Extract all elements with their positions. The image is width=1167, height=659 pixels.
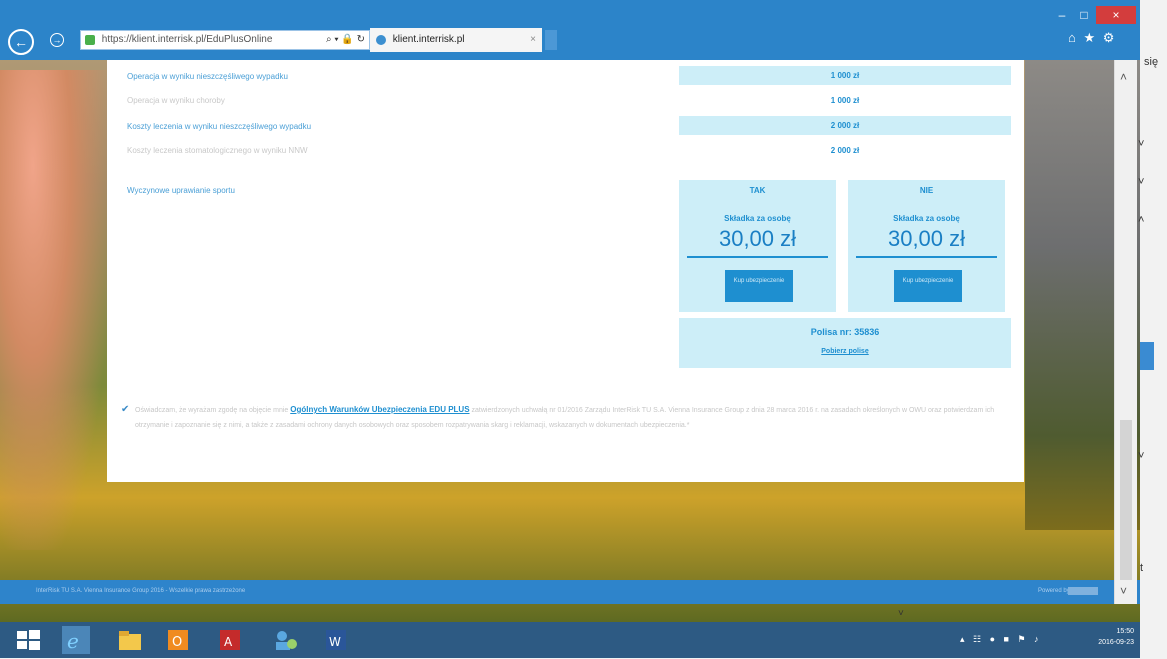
coverage-value: 2 000 zł	[830, 146, 860, 155]
package-subtitle: Składka za osobę	[724, 214, 791, 223]
consent-text: Oświadczam, że wyrażam zgodę na objęcie …	[135, 407, 289, 414]
background-text-t: t	[1140, 562, 1144, 574]
browser-titlebar: ← → https://klient.interrisk.pl/EduPlusO…	[0, 0, 1140, 60]
tab-close-icon[interactable]: ×	[530, 28, 536, 52]
back-button[interactable]: ←	[8, 29, 34, 55]
system-tray-icons[interactable]: ▴ ☷ ● ■ ⚑ ♪	[960, 634, 1042, 645]
package-name: NIE	[919, 186, 934, 195]
divider	[856, 256, 997, 258]
package-card-tak: TAK Składka za osobę 30,00 zł Kup ubezpi…	[679, 180, 836, 312]
minimize-button[interactable]: –	[1052, 6, 1072, 24]
browser-tab[interactable]: klient.interrisk.pl ×	[370, 28, 542, 52]
footer-powered-by: Powered by	[1038, 588, 1070, 594]
outlook-icon[interactable]: O	[164, 626, 192, 654]
package-price: 30,00 zł	[887, 226, 966, 251]
buy-insurance-button[interactable]: Kup ubezpieczenie	[725, 270, 793, 302]
clock[interactable]: 15:50 2016-09-23	[1094, 626, 1134, 648]
background-blue-block	[1140, 342, 1154, 370]
footer-copyright: InterRisk TU S.A. Vienna Insurance Group…	[36, 588, 246, 594]
address-url: https://klient.interrisk.pl/EduPlusOnlin…	[101, 34, 273, 45]
background-window-text: się	[1144, 56, 1159, 68]
powered-by-logo	[1068, 587, 1098, 595]
coverage-value: 1 000 zł	[679, 66, 1011, 85]
tab-favicon-icon	[376, 35, 386, 45]
background-chevron: ˅	[1138, 176, 1145, 188]
background-chevron: ˅	[1138, 138, 1145, 150]
background-chevron: ˄	[1138, 214, 1145, 226]
coverage-value: 2 000 zł	[679, 116, 1011, 135]
sport-label: Wyczynowe uprawianie sportu	[127, 186, 235, 195]
maximize-button[interactable]: □	[1074, 6, 1094, 24]
background-blur-left	[0, 70, 110, 550]
file-explorer-icon[interactable]	[116, 626, 144, 654]
package-subtitle: Składka za osobę	[893, 214, 960, 223]
internet-explorer-icon[interactable]: e	[62, 626, 90, 654]
consent-checkbox[interactable]: ✔	[121, 402, 129, 417]
scroll-down-icon[interactable]: ˅	[1120, 584, 1127, 598]
taskbar: e O A W ▴ ☷ ● ■ ⚑ ♪ 15:50 2016-09-23	[0, 622, 1140, 658]
clock-date: 2016-09-23	[1098, 639, 1134, 646]
coverage-label: Koszty leczenia stomatologicznego w wyni…	[127, 146, 308, 155]
new-tab-button[interactable]	[545, 30, 557, 50]
package-price: 30,00 zł	[718, 226, 797, 251]
start-button[interactable]	[14, 626, 42, 654]
background-chevron: ˅	[1138, 450, 1145, 462]
buy-insurance-button[interactable]: Kup ubezpieczenie	[894, 270, 962, 302]
policy-box: Polisa nr: 35836 Pobierz polisę	[679, 318, 1011, 368]
scroll-up-icon[interactable]: ˄	[1120, 70, 1127, 84]
consent-block: ✔ Oświadczam, że wyrażam zgodę na objęci…	[121, 402, 1011, 433]
pdf-reader-icon[interactable]: A	[216, 626, 244, 654]
package-card-nie: NIE Składka za osobę 30,00 zł Kup ubezpi…	[848, 180, 1005, 312]
owu-link[interactable]: Ogólnych Warunków Ubezpieczenia EDU PLUS	[290, 405, 469, 414]
screen: ← → https://klient.interrisk.pl/EduPlusO…	[0, 0, 1140, 622]
tab-title: klient.interrisk.pl	[392, 34, 465, 45]
background-chevron: ˅	[898, 608, 904, 619]
divider	[687, 256, 828, 258]
scroll-thumb[interactable]	[1120, 420, 1132, 580]
clock-time: 15:50	[1116, 628, 1134, 635]
policy-download-link[interactable]: Pobierz polisę	[679, 348, 1011, 355]
coverage-label: Operacja w wyniku nieszczęśliwego wypadk…	[127, 72, 288, 81]
page-scrollbar[interactable]: ˄ ˅	[1114, 60, 1137, 604]
coverage-value: 1 000 zł	[830, 96, 860, 105]
site-icon	[85, 35, 95, 45]
address-controls-icons[interactable]: ⌕ ▾ 🔒 ↻	[326, 31, 365, 49]
coverage-label: Koszty leczenia w wyniku nieszczęśliwego…	[127, 122, 312, 131]
site-footer: InterRisk TU S.A. Vienna Insurance Group…	[0, 580, 1140, 604]
word-icon[interactable]: W	[322, 626, 350, 654]
close-button[interactable]: ×	[1096, 6, 1136, 24]
svg-text:e: e	[67, 629, 79, 653]
svg-text:O: O	[172, 635, 182, 650]
address-bar[interactable]: https://klient.interrisk.pl/EduPlusOnlin…	[80, 30, 370, 50]
forward-button[interactable]: →	[50, 33, 64, 47]
svg-text:W: W	[329, 635, 341, 649]
policy-number: Polisa nr: 35836	[810, 327, 880, 337]
package-name: TAK	[749, 186, 766, 195]
coverage-label: Operacja w wyniku choroby	[127, 96, 225, 105]
users-app-icon[interactable]	[272, 626, 300, 654]
svg-text:A: A	[224, 635, 233, 649]
page-content: Operacja w wyniku nieszczęśliwego wypadk…	[107, 60, 1024, 482]
home-favorites-tools-icons[interactable]: ⌂ ★ ⚙	[1068, 30, 1116, 46]
